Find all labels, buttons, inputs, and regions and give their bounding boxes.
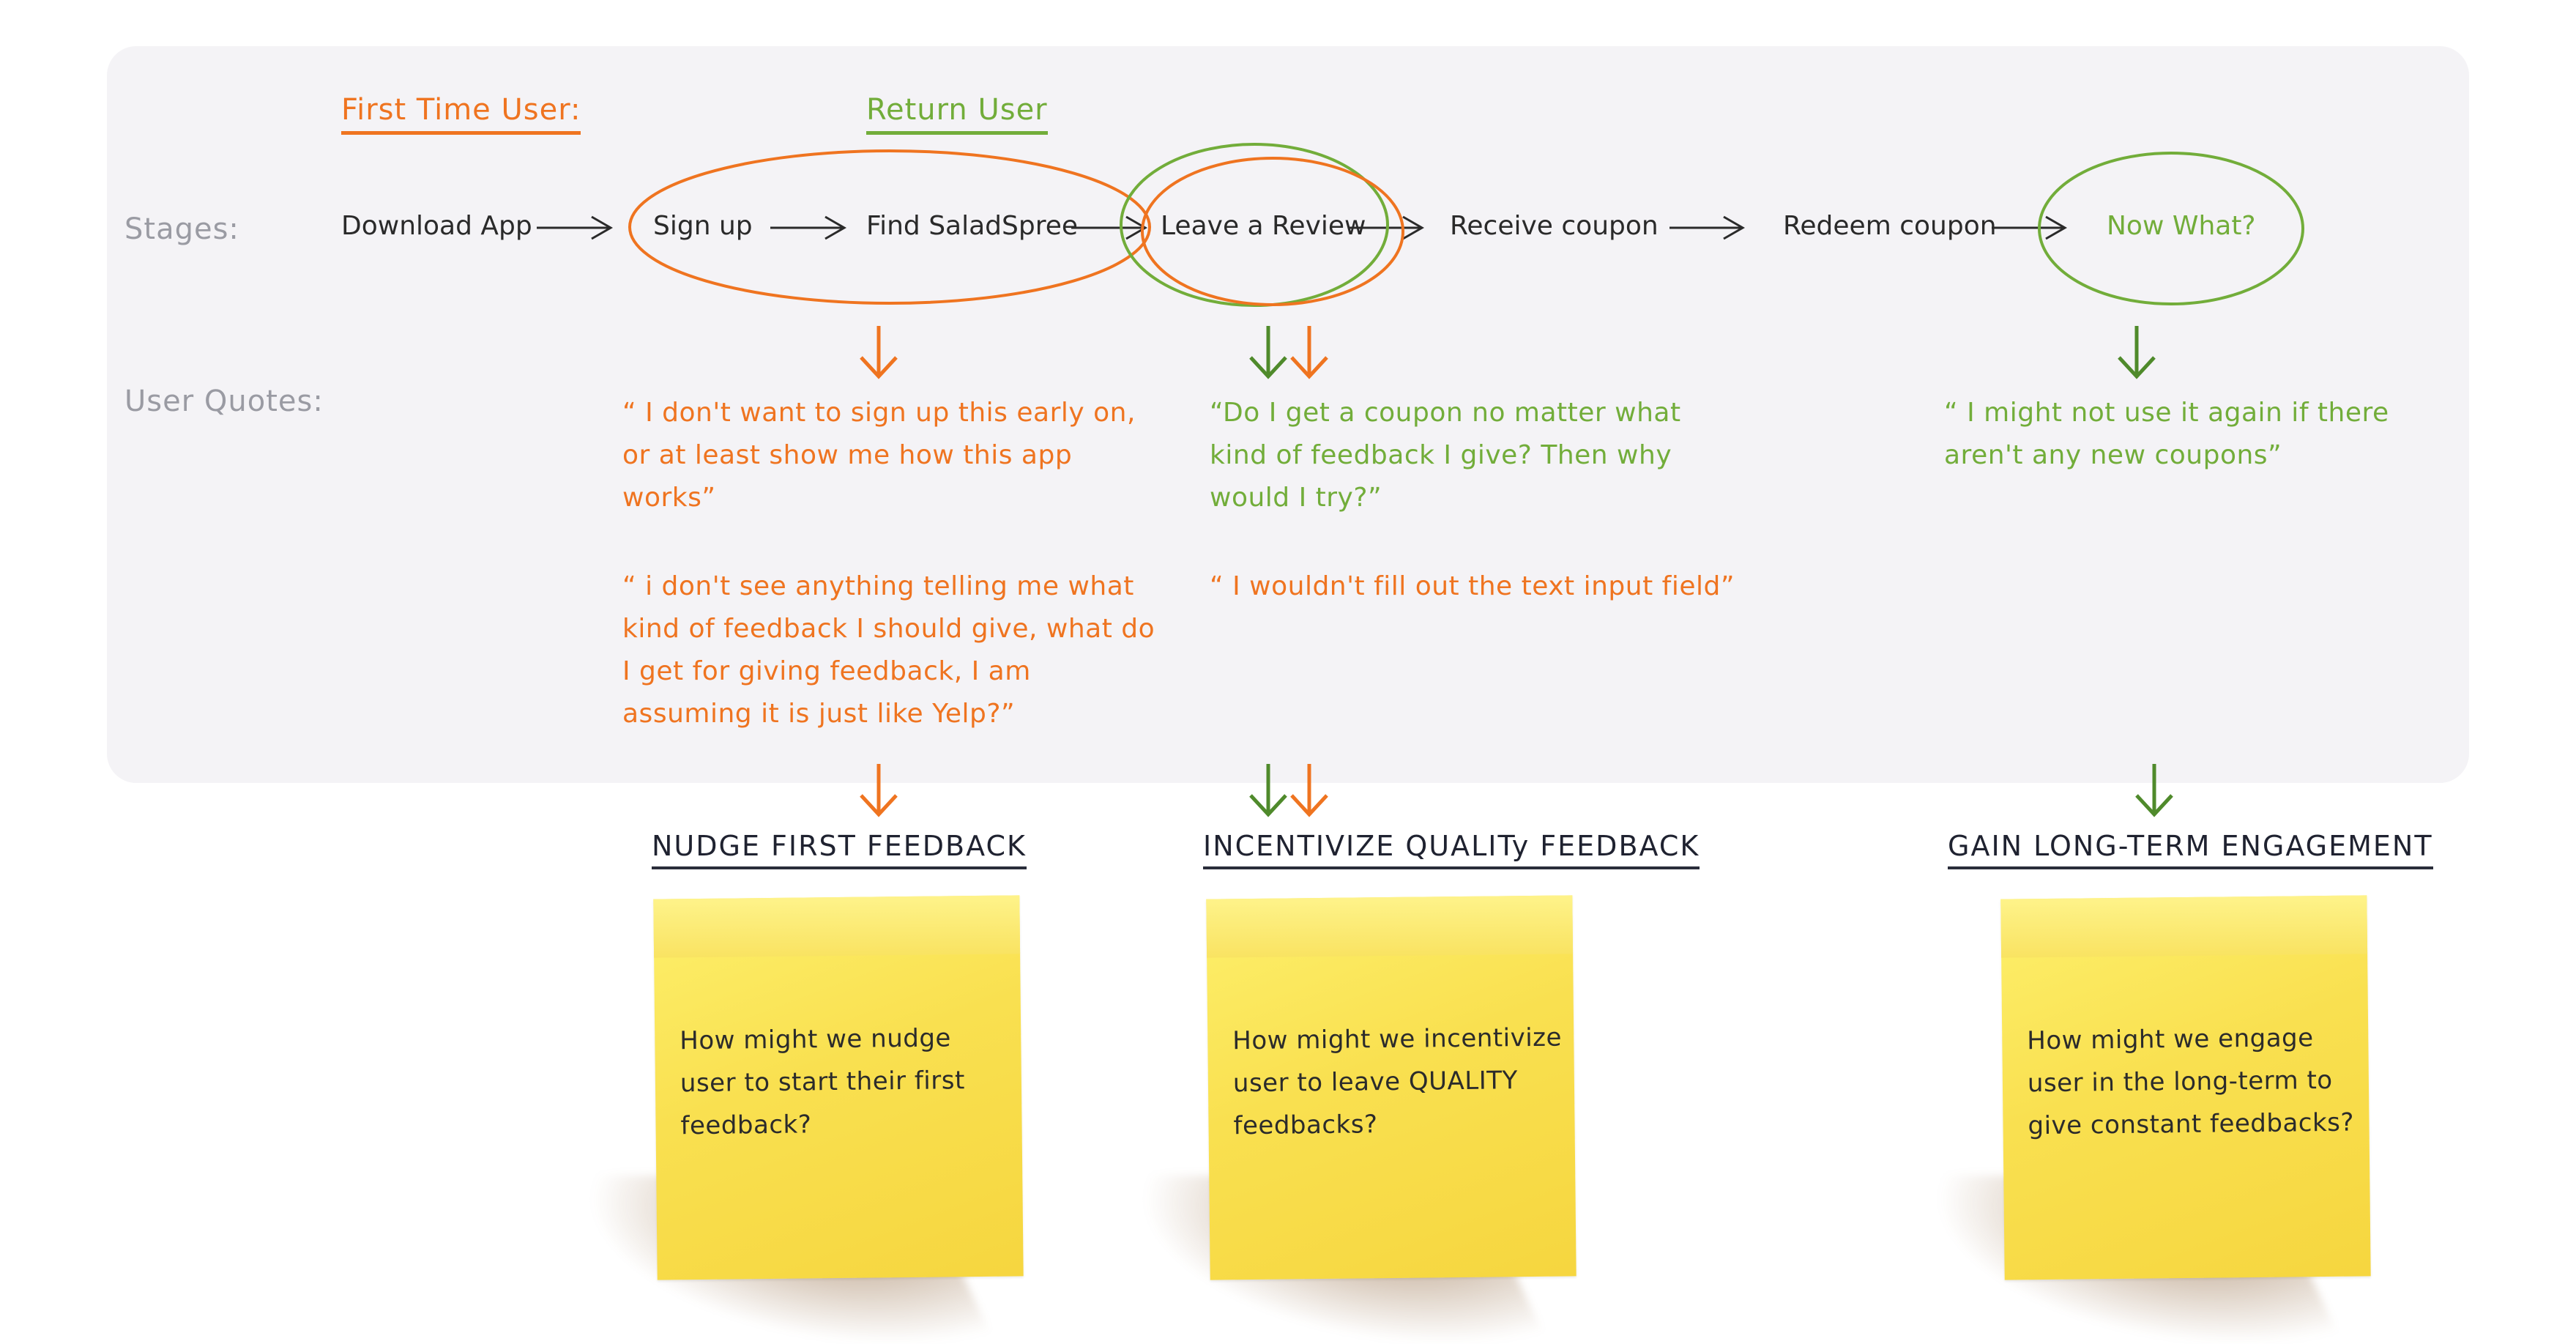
arrow-right-icon [770,215,847,240]
flow-arrows [537,215,2068,240]
arrow-right-icon [1992,215,2068,240]
arrow-down-icon [860,764,898,817]
journey-connectors [537,143,2304,817]
arrow-down-icon [860,326,898,379]
first-time-ellipse-review [1141,157,1404,306]
arrow-right-icon [1071,215,1148,240]
return-ellipse-now-what [2038,152,2304,305]
arrow-down-icon [1249,764,1287,817]
arrow-down-icon [1290,326,1328,379]
arrow-down-icon [2118,326,2156,379]
arrow-down-icon [1290,764,1328,817]
arrow-right-icon [1669,215,1746,240]
arrow-right-icon [537,215,614,240]
arrow-down-icon [1249,326,1287,379]
arrow-down-icon [2135,764,2173,817]
return-ellipse-review [1120,143,1389,307]
